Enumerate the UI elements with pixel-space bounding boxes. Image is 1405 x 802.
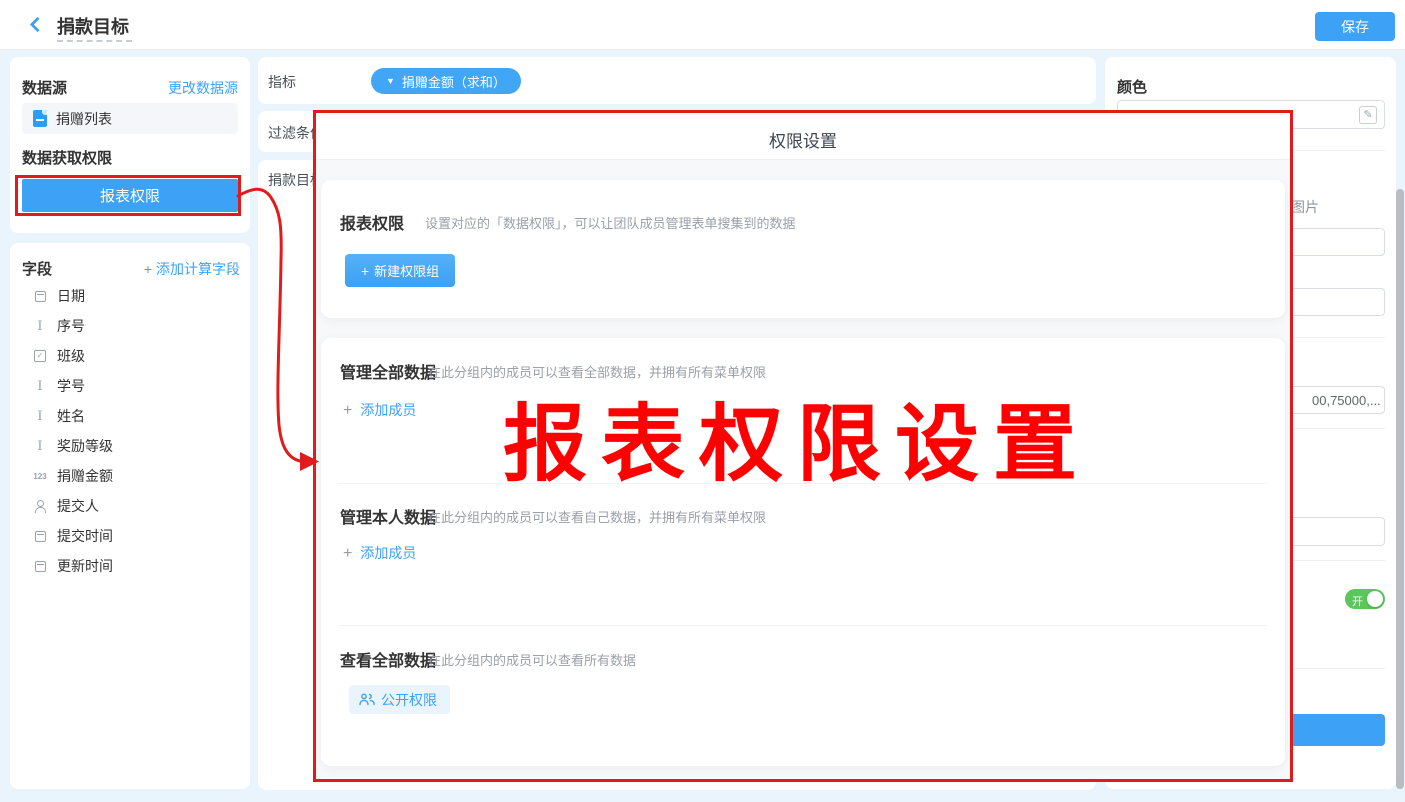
page-title: 捐款目标 — [57, 13, 129, 39]
app-window: 捐款目标 保存 数据源 更改数据源 捐赠列表 数据获取权限 报表权限 字段 + … — [0, 0, 1405, 802]
modal-header: 权限设置 — [316, 113, 1290, 160]
report-permission-title: 报表权限 — [340, 210, 404, 234]
text-field-icon: I — [32, 439, 48, 454]
field-item-serial[interactable]: I序号 — [10, 311, 250, 341]
field-item-submit-time[interactable]: 提交时间 — [10, 521, 250, 551]
field-list: 日期 I序号 ✓班级 I学号 I姓名 I奖励等级 123捐赠金额 提交人 提交时… — [10, 281, 250, 581]
checkbox-icon: ✓ — [32, 350, 48, 362]
text-field-icon: I — [32, 319, 48, 334]
permission-settings-modal: 权限设置 报表权限 设置对应的「数据权限」，可以让团队成员管理表单搜集到的数据 … — [316, 113, 1290, 779]
calendar-icon — [32, 561, 48, 572]
group-own-data-title: 管理本人数据 — [340, 504, 436, 528]
field-item-donation-amount[interactable]: 123捐赠金额 — [10, 461, 250, 491]
people-icon — [359, 693, 375, 706]
report-permission-button[interactable]: 报表权限 — [22, 179, 238, 212]
color-label: 颜色 — [1117, 76, 1147, 97]
add-member-link-1[interactable]: +添加成员 — [343, 400, 416, 420]
public-permission-button[interactable]: 公开权限 — [349, 685, 450, 714]
data-access-title: 数据获取权限 — [22, 147, 112, 168]
field-item-class[interactable]: ✓班级 — [10, 341, 250, 371]
toggle-on-label: 开 — [1352, 593, 1363, 609]
view-all-data-title: 查看全部数据 — [340, 647, 436, 671]
text-field-icon: I — [32, 409, 48, 424]
caret-down-icon: ▼ — [386, 76, 395, 86]
title-underline — [57, 40, 132, 42]
edit-pencil-icon[interactable]: ✎ — [1359, 106, 1377, 124]
report-permission-section: 报表权限 设置对应的「数据权限」，可以让团队成员管理表单搜集到的数据 +新建权限… — [321, 180, 1285, 318]
plus-icon: + — [144, 261, 152, 277]
group-own-data-desc: 在此分组内的成员可以查看自己数据，并拥有所有菜单权限 — [428, 507, 766, 526]
plus-icon: + — [361, 263, 369, 279]
datasource-item[interactable]: 捐赠列表 — [22, 103, 238, 134]
datasource-title: 数据源 — [22, 77, 67, 98]
modal-title: 权限设置 — [316, 127, 1290, 152]
target-values-text: 00,75000,... — [1312, 393, 1381, 408]
save-button[interactable]: 保存 — [1315, 12, 1395, 41]
calendar-icon — [32, 531, 48, 542]
indicator-label: 指标 — [268, 72, 296, 92]
permission-groups-section: 管理全部数据 在此分组内的成员可以查看全部数据，并拥有所有菜单权限 +添加成员 … — [321, 338, 1285, 766]
field-item-name[interactable]: I姓名 — [10, 401, 250, 431]
field-item-award-level[interactable]: I奖励等级 — [10, 431, 250, 461]
toggle-knob — [1367, 591, 1383, 607]
field-item-date[interactable]: 日期 — [10, 281, 250, 311]
add-calc-field-link[interactable]: + 添加计算字段 — [144, 259, 240, 279]
text-field-icon: I — [32, 379, 48, 394]
back-chevron-icon — [30, 17, 46, 33]
modal-body: 报表权限 设置对应的「数据权限」，可以让团队成员管理表单搜集到的数据 +新建权限… — [316, 160, 1290, 779]
plus-icon: + — [343, 545, 352, 562]
back-button[interactable] — [26, 14, 50, 38]
change-datasource-link[interactable]: 更改数据源 — [168, 78, 238, 98]
datasource-item-label: 捐赠列表 — [56, 109, 112, 129]
topbar: 捐款目标 保存 — [0, 0, 1405, 50]
plus-icon: + — [343, 402, 352, 419]
datasource-panel: 数据源 更改数据源 捐赠列表 数据获取权限 报表权限 — [10, 57, 250, 233]
view-all-data-desc: 在此分组内的成员可以查看所有数据 — [428, 650, 636, 669]
document-icon — [33, 110, 47, 127]
fields-title: 字段 — [22, 258, 52, 279]
fields-panel: 字段 + 添加计算字段 日期 I序号 ✓班级 I学号 I姓名 I奖励等级 123… — [10, 243, 250, 789]
scrollbar[interactable] — [1396, 189, 1404, 789]
indicator-card: 指标 ▼ 捐赠金额（求和） — [258, 57, 1096, 104]
field-item-update-time[interactable]: 更新时间 — [10, 551, 250, 581]
field-item-student-no[interactable]: I学号 — [10, 371, 250, 401]
indicator-pill[interactable]: ▼ 捐赠金额（求和） — [371, 68, 521, 94]
field-item-submitter[interactable]: 提交人 — [10, 491, 250, 521]
new-permission-group-button[interactable]: +新建权限组 — [345, 254, 455, 287]
number-icon: 123 — [32, 472, 48, 481]
add-member-link-2[interactable]: +添加成员 — [343, 543, 416, 563]
person-icon — [32, 500, 48, 513]
group-all-data-title: 管理全部数据 — [340, 359, 436, 383]
on-toggle[interactable]: 开 — [1345, 589, 1385, 609]
image-label: 图片 — [1291, 197, 1319, 217]
divider — [338, 483, 1268, 484]
calendar-icon — [32, 291, 48, 302]
group-all-data-desc: 在此分组内的成员可以查看全部数据，并拥有所有菜单权限 — [428, 362, 766, 381]
report-permission-desc: 设置对应的「数据权限」，可以让团队成员管理表单搜集到的数据 — [425, 213, 796, 232]
divider — [338, 625, 1268, 626]
